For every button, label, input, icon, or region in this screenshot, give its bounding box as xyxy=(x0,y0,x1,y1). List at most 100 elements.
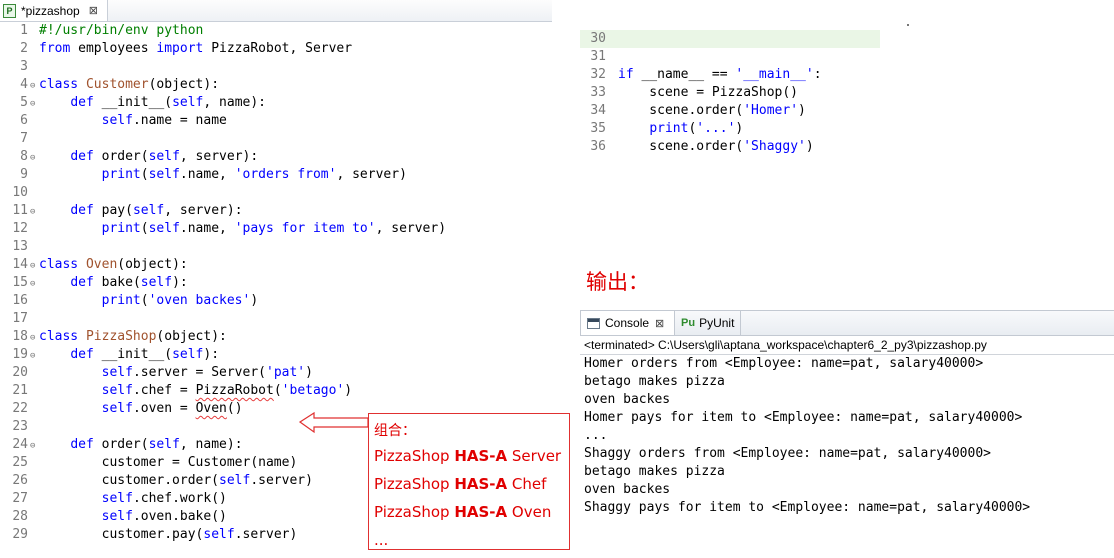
fold-toggle-icon[interactable]: ⊖ xyxy=(30,257,39,275)
code-token: scene.order( xyxy=(618,103,744,118)
code-line: 20 self.server = Server('pat') xyxy=(0,364,446,382)
annotation-row-object: Oven xyxy=(507,503,552,521)
line-number: 20 xyxy=(12,365,28,380)
code-text: class PizzaShop(object): xyxy=(39,328,227,346)
code-token: Customer xyxy=(85,77,149,92)
code-token: def xyxy=(70,437,94,452)
code-token: def xyxy=(70,347,94,362)
code-token: 'orders from' xyxy=(234,167,337,182)
code-token: self xyxy=(203,527,235,542)
code-token: ( xyxy=(132,275,141,290)
code-text: customer = Customer(name) xyxy=(39,454,298,472)
code-text: def pay(self, server): xyxy=(39,202,242,220)
annotation-title: 组合： xyxy=(374,423,416,439)
code-text: customer.order(self.server) xyxy=(39,472,313,490)
tab-pyunit[interactable]: Pu PyUnit xyxy=(675,311,741,335)
code-token: .chef.work() xyxy=(132,491,227,506)
tab-console[interactable]: Console ⊠ xyxy=(581,311,675,335)
fold-toggle-icon[interactable]: ⊖ xyxy=(30,347,39,365)
line-number: 15 xyxy=(12,275,28,290)
code-line: 9 print(self.name, 'orders from', server… xyxy=(0,166,446,184)
console-tab-bar: Console ⊠ Pu PyUnit xyxy=(580,310,1114,336)
code-line: 12 print(self.name, 'pays for item to', … xyxy=(0,220,446,238)
code-line: 19 ⊖ def __init__(self): xyxy=(0,346,446,364)
line-number: 22 xyxy=(12,401,28,416)
code-text: class Customer(object): xyxy=(39,76,219,94)
fold-toggle-icon[interactable]: ⊖ xyxy=(30,95,39,113)
code-token: self xyxy=(101,491,133,506)
code-token: customer.pay( xyxy=(39,527,204,542)
code-token: .server = Server( xyxy=(132,365,266,380)
line-number: 19 xyxy=(12,347,28,362)
code-line: 10 xyxy=(0,184,446,202)
fold-toggle-icon[interactable]: ⊖ xyxy=(30,437,39,455)
code-token: self xyxy=(172,347,204,362)
code-token: self xyxy=(101,113,133,128)
line-number: 8 xyxy=(20,149,28,164)
editor-tab-pizzashop[interactable]: P *pizzashop ⊠ xyxy=(0,0,108,21)
fold-toggle-icon[interactable]: ⊖ xyxy=(30,275,39,293)
line-number: 23 xyxy=(12,419,28,434)
line-number: 24 xyxy=(12,437,28,452)
line-number: 26 xyxy=(12,473,28,488)
fold-toggle-icon[interactable]: ⊖ xyxy=(30,149,39,167)
code-token: self xyxy=(101,365,133,380)
annotation-row-relation: HAS-A xyxy=(454,447,508,465)
console-output-line: betago makes pizza xyxy=(584,464,725,479)
code-token: 'pays for item to' xyxy=(234,221,376,236)
code-line: 4 ⊖ class Customer(object): xyxy=(0,76,446,94)
line-number: 29 xyxy=(12,527,28,542)
fold-toggle-icon[interactable]: ⊖ xyxy=(30,329,39,347)
code-line: 36 scene.order('Shaggy') xyxy=(580,138,880,156)
code-token: print xyxy=(101,167,141,182)
line-number: 1 xyxy=(20,23,28,38)
code-token: def xyxy=(70,275,94,290)
code-line: 3 xyxy=(0,58,446,76)
code-token: 'Homer' xyxy=(743,103,799,118)
code-token: __init__ xyxy=(101,95,165,110)
code-token: .name, xyxy=(179,167,235,182)
code-token: self xyxy=(219,473,251,488)
code-token: self xyxy=(172,95,204,110)
annotation-row-subject: PizzaShop xyxy=(374,447,455,465)
code-text: scene.order('Shaggy') xyxy=(618,138,813,156)
line-number: 12 xyxy=(12,221,28,236)
code-token: print xyxy=(101,221,141,236)
console-output: Homer orders from <Employee: name=pat, s… xyxy=(580,355,1114,517)
code-token: self xyxy=(101,509,133,524)
code-token: ) xyxy=(305,365,313,380)
line-number: 10 xyxy=(12,185,28,200)
code-token: .name = name xyxy=(132,113,227,128)
code-token: (object): xyxy=(148,77,220,92)
line-number: 3 xyxy=(20,59,28,74)
line-number: 9 xyxy=(20,167,28,182)
line-number: 28 xyxy=(12,509,28,524)
code-token: if xyxy=(618,67,634,82)
close-console-icon[interactable]: ⊠ xyxy=(655,317,664,330)
code-text: scene = PizzaShop() xyxy=(618,84,798,102)
console-icon xyxy=(587,317,600,329)
close-tab-icon[interactable]: ⊠ xyxy=(89,4,98,17)
code-text: #!/usr/bin/env python xyxy=(39,22,203,40)
code-token: .server) xyxy=(234,527,298,542)
code-text: self.oven.bake() xyxy=(39,508,227,526)
console-view: Console ⊠ Pu PyUnit <terminated> C:\User… xyxy=(580,310,1114,558)
code-token: : xyxy=(813,67,822,82)
code-token: 'pat' xyxy=(266,365,306,380)
code-text: print(self.name, 'orders from', server) xyxy=(39,166,407,184)
editor-tab-bar: P *pizzashop ⊠ xyxy=(0,0,552,22)
code-text: print('oven backes') xyxy=(39,292,259,310)
fold-toggle-icon[interactable]: ⊖ xyxy=(30,203,39,221)
code-text: print('...') xyxy=(618,120,743,138)
fold-toggle-icon[interactable]: ⊖ xyxy=(30,77,39,95)
